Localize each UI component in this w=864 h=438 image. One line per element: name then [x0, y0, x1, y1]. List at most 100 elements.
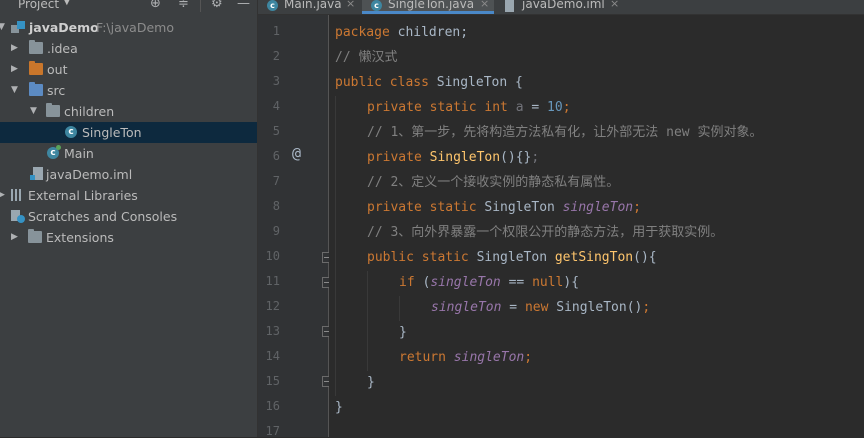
tree-item-src[interactable]: ▼ src — [0, 80, 257, 101]
code-line-9[interactable]: // 3、向外界暴露一个权限公开的静态方法，用于获取实例。 — [367, 220, 723, 245]
code-text: SingleTon() — [548, 300, 643, 315]
line-number: 5 — [272, 124, 280, 138]
code-line-8[interactable]: private static SingleTon singleTon; — [367, 195, 641, 220]
line-number: 12 — [265, 299, 280, 313]
comment: // 懒汉式 — [335, 50, 398, 65]
locate-crosshair-icon[interactable]: ⊕ — [150, 0, 161, 11]
semicolon: ; — [562, 100, 571, 115]
tree-item-label: .idea — [47, 41, 78, 56]
tab-main-java[interactable]: c Main.java × — [258, 0, 360, 14]
tree-item-label: Extensions — [46, 230, 114, 245]
code-line-11[interactable]: if (singleTon == null){ — [399, 270, 579, 295]
java-class-icon: c — [65, 126, 77, 138]
line-number: 7 — [272, 174, 280, 188]
tree-item-javademo[interactable]: ▼ javaDemo F:\javaDemo — [0, 17, 257, 38]
editor-tab-bar: c Main.java × c SingleTon.java × javaDem… — [258, 0, 864, 15]
tab-singleton-java[interactable]: c SingleTon.java × — [362, 0, 494, 14]
code-line-13[interactable]: } — [399, 320, 407, 345]
folder-orange-icon — [29, 61, 43, 75]
tree-item-label: javaDemo.iml — [46, 167, 133, 182]
iml-file-icon — [505, 0, 514, 12]
expand-arrow-icon[interactable]: ▼ — [11, 80, 18, 101]
code-text: children; — [389, 25, 469, 40]
comment: // 1、第一步，先将构造方法私有化，让外部无法 new 实例对象。 — [367, 125, 763, 140]
code-line-3[interactable]: public class SingleTon { — [335, 70, 523, 95]
keyword: public static — [367, 250, 469, 265]
method-name: SingleTon — [429, 150, 501, 165]
libraries-icon — [11, 189, 25, 201]
annotation-marker[interactable]: @ — [292, 144, 301, 162]
collapsed-arrow-icon[interactable]: ▶ — [11, 59, 18, 80]
indent-guide — [367, 271, 368, 371]
code-text: SingleTon { — [428, 75, 523, 90]
code-text: = — [523, 100, 548, 115]
code-line-2[interactable]: // 懒汉式 — [335, 45, 397, 70]
tree-item-scratches[interactable]: Scratches and Consoles — [0, 206, 257, 227]
code-text: (){} — [500, 150, 532, 165]
tree-item-label: SingleTon — [82, 125, 142, 140]
line-number: 11 — [265, 274, 280, 288]
folder-icon — [28, 229, 42, 243]
code-line-4[interactable]: private static int a = 10; — [367, 95, 571, 120]
tree-item-out[interactable]: ▶ out — [0, 59, 257, 80]
tree-item-label: External Libraries — [28, 188, 138, 203]
code-line-12[interactable]: singleTon = new SingleTon(); — [431, 295, 650, 320]
close-icon[interactable]: × — [480, 0, 489, 10]
code-line-1[interactable]: package children; — [335, 20, 468, 45]
code-text: (){ — [633, 250, 657, 265]
keyword: private static int — [367, 100, 508, 115]
tree-item-label: children — [64, 104, 115, 119]
collapsed-arrow-icon[interactable]: ▶ — [11, 227, 18, 248]
line-number: 13 — [265, 324, 280, 338]
line-number: 8 — [272, 199, 280, 213]
tab-javademo-iml[interactable]: javaDemo.iml × — [496, 0, 626, 14]
code-text: == — [500, 275, 533, 290]
line-number: 9 — [272, 224, 280, 238]
tab-label: Main.java — [284, 0, 342, 11]
tree-item-singleton[interactable]: c SingleTon — [0, 122, 257, 143]
project-view-selector[interactable]: Project — [18, 0, 59, 11]
tab-label: SingleTon.java — [388, 0, 475, 11]
code-text: ( — [414, 275, 431, 290]
keyword: public class — [335, 75, 429, 90]
code-line-7[interactable]: // 2、定义一个接收实例的静态私有属性。 — [367, 170, 619, 195]
close-icon[interactable]: × — [346, 0, 355, 10]
keyword: package — [335, 25, 390, 40]
tree-item-idea[interactable]: ▶ .idea — [0, 38, 257, 59]
tree-item-external-libraries[interactable]: ▶ External Libraries — [0, 185, 257, 206]
scratches-icon — [11, 210, 25, 223]
tree-item-main[interactable]: c Main — [0, 143, 257, 164]
tree-item-extensions[interactable]: ▶ Extensions — [0, 227, 257, 248]
line-number: 16 — [265, 399, 280, 413]
expand-arrow-icon[interactable]: ▼ — [0, 17, 5, 38]
code-line-14[interactable]: return singleTon; — [399, 345, 532, 370]
collapsed-arrow-icon[interactable]: ▶ — [11, 38, 18, 59]
collapse-all-icon[interactable]: ≑ — [178, 0, 189, 11]
tree-item-children[interactable]: ▼ children — [0, 101, 257, 122]
code-line-6[interactable]: private SingleTon(){}; — [367, 145, 539, 170]
line-number: 14 — [265, 349, 280, 363]
code-line-5[interactable]: // 1、第一步，先将构造方法私有化，让外部无法 new 实例对象。 — [367, 120, 762, 145]
code-text: = — [501, 300, 525, 315]
hide-panel-icon[interactable]: — — [237, 0, 250, 11]
comment: // 2、定义一个接收实例的静态私有属性。 — [367, 175, 620, 190]
gear-icon[interactable]: ⚙ — [211, 0, 223, 11]
code-line-10[interactable]: public static SingleTon getSingTon(){ — [367, 245, 657, 270]
close-icon[interactable]: × — [610, 0, 619, 10]
indent-guide — [335, 96, 336, 396]
comment: // 3、向外界暴露一个权限公开的静态方法，用于获取实例。 — [367, 225, 724, 240]
collapsed-arrow-icon[interactable]: ▶ — [0, 185, 5, 206]
code-text: ){ — [563, 275, 580, 290]
tree-item-javademo-iml[interactable]: javaDemo.iml — [0, 164, 257, 185]
code-line-16[interactable]: } — [335, 395, 343, 420]
java-main-class-icon: c — [47, 145, 61, 159]
java-class-icon: c — [371, 0, 382, 11]
java-class-icon: c — [267, 0, 278, 11]
tree-item-label: javaDemo — [29, 20, 99, 35]
chevron-down-icon[interactable]: ▼ — [63, 0, 71, 7]
field-name: singleTon — [431, 300, 502, 315]
module-icon — [11, 21, 25, 33]
expand-arrow-icon[interactable]: ▼ — [30, 101, 37, 122]
semicolon: ; — [531, 150, 540, 165]
code-line-15[interactable]: } — [367, 370, 375, 395]
